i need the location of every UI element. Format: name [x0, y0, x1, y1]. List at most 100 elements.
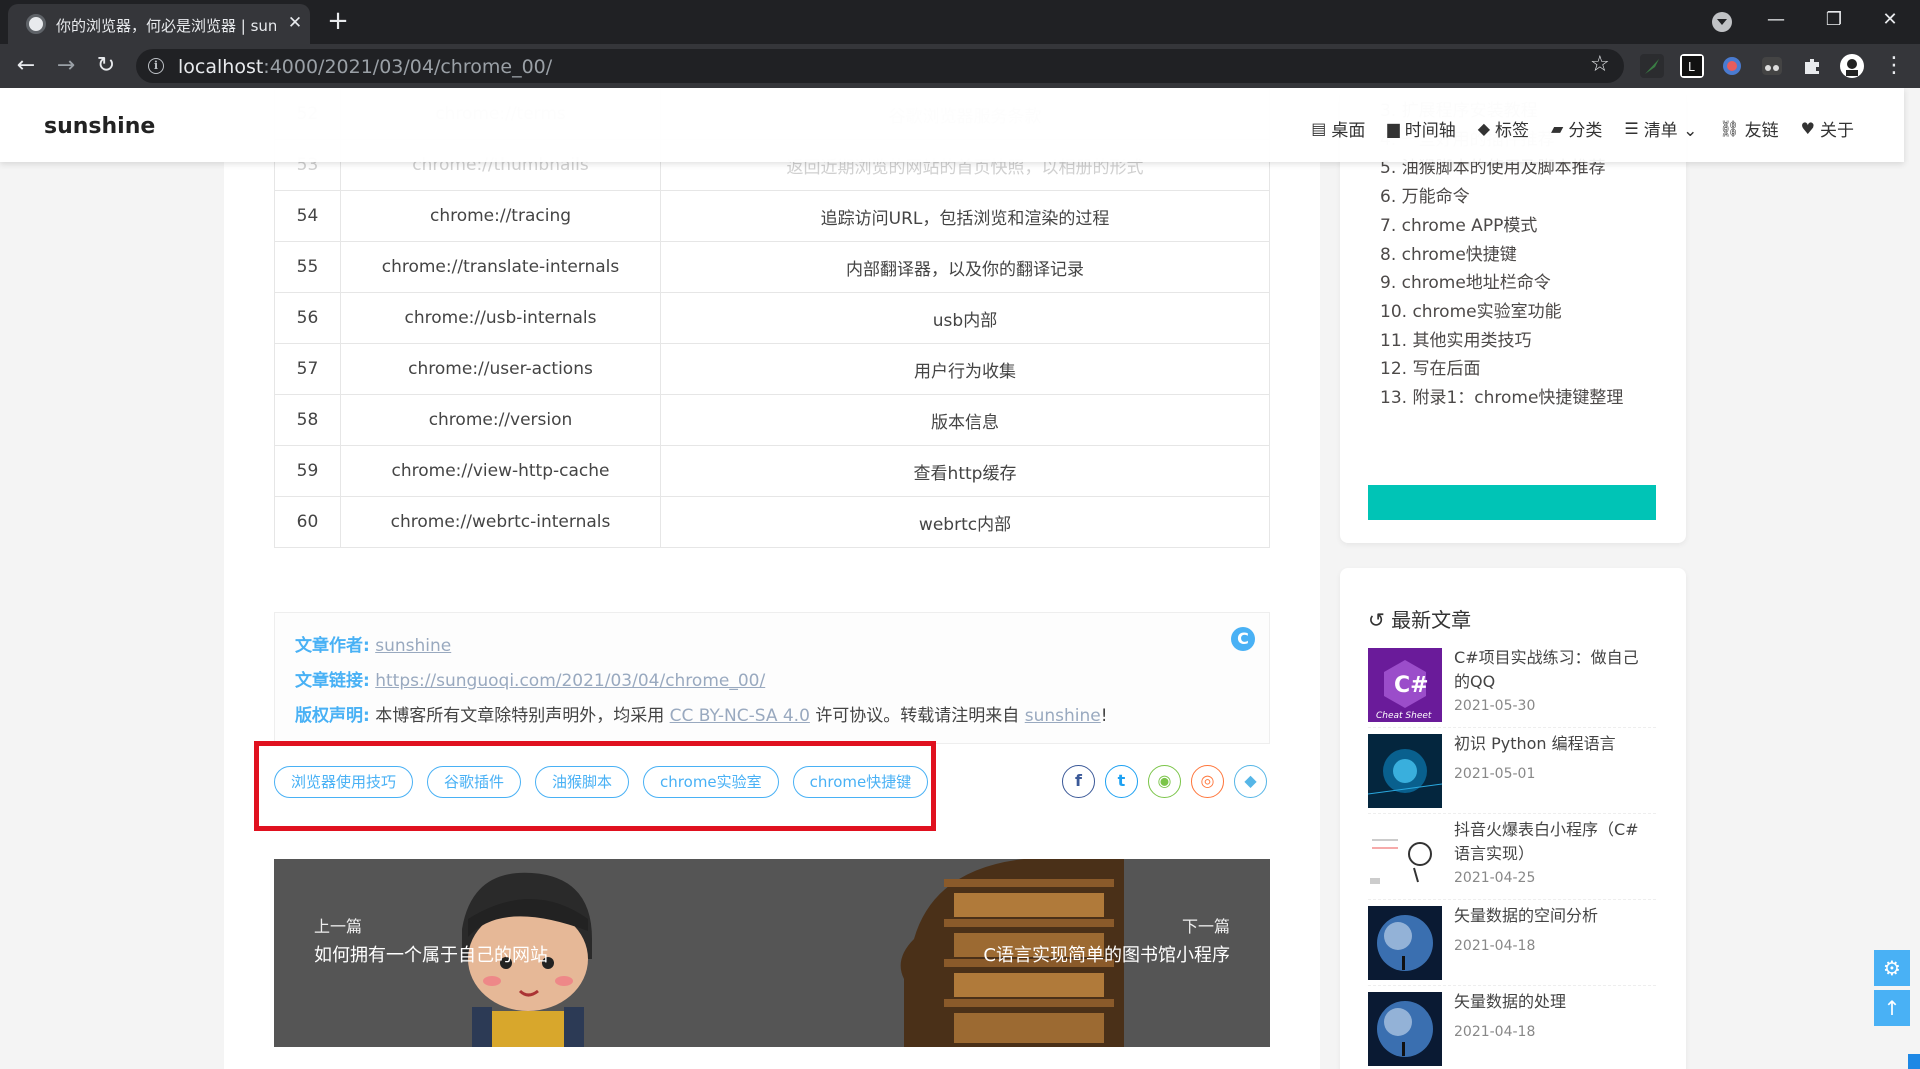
prev-post-link[interactable]: 如何拥有一个属于自己的网站: [314, 941, 548, 967]
license-link[interactable]: CC BY-NC-SA 4.0: [670, 706, 810, 726]
tag-link[interactable]: 谷歌插件: [427, 766, 522, 798]
browser-tab-strip: 你的浏览器，何必是浏览器 | sunshine ✕ + — ❐ ✕: [0, 0, 1920, 44]
table-row: 60 chrome://webrtc-internals webrtc内部: [274, 496, 1270, 548]
nav-icon: ▆: [1387, 119, 1400, 138]
nav-icon: ▰: [1551, 119, 1564, 138]
author-link[interactable]: sunshine: [375, 636, 451, 656]
nav-item-2[interactable]: ◆ 标签: [1478, 116, 1529, 141]
row-description: 版本信息: [660, 394, 1270, 446]
nav-label: 分类: [1568, 121, 1603, 141]
tag-link[interactable]: 浏览器使用技巧: [274, 766, 414, 798]
table-row: 56 chrome://usb-internals usb内部: [274, 292, 1270, 344]
nav-label: 桌面: [1331, 121, 1366, 141]
window-restore-button[interactable]: ❐: [1818, 6, 1850, 34]
extension-l-icon[interactable]: L: [1680, 54, 1704, 78]
url-text[interactable]: localhost:4000/2021/03/04/chrome_00/: [178, 56, 552, 78]
recent-post-title[interactable]: 矢量数据的空间分析: [1454, 904, 1654, 928]
extension-feather-icon[interactable]: [1640, 54, 1664, 78]
toc-item[interactable]: 14. 附录2：chrome地址栏命令: [1380, 412, 1623, 437]
reload-button[interactable]: ↻: [92, 52, 120, 80]
recent-post-item[interactable]: 初识 Python 编程语言 2021-05-01: [1368, 728, 1656, 814]
toc-item[interactable]: 6. 万能命令: [1380, 182, 1470, 207]
recent-post-item[interactable]: 抖音火爆表白小程序（C#语言实现） 2021-04-25: [1368, 814, 1656, 900]
toc-item[interactable]: 12. 写在后面: [1380, 354, 1480, 379]
nav-label: 清单 ⌄: [1643, 121, 1698, 141]
window-minimize-button[interactable]: —: [1760, 6, 1792, 34]
recent-post-date: 2021-05-01: [1454, 766, 1536, 782]
nav-item-3[interactable]: ▰ 分类: [1551, 116, 1602, 141]
address-bar[interactable]: i localhost:4000/2021/03/04/chrome_00/ ☆: [136, 49, 1624, 83]
bookmark-star-icon[interactable]: ☆: [1590, 52, 1610, 77]
window-close-button[interactable]: ✕: [1874, 6, 1906, 34]
browser-menu-icon[interactable]: ⋮: [1880, 52, 1908, 80]
row-command: chrome://user-actions: [340, 343, 661, 395]
profile-avatar[interactable]: [1840, 54, 1864, 78]
recent-post-title[interactable]: C#项目实战练习：做自己的QQ: [1454, 646, 1654, 694]
recent-post-item[interactable]: C# Cheat Sheet C#项目实战练习：做自己的QQ 2021-05-30: [1368, 642, 1656, 728]
post-url-link[interactable]: https://sunguoqi.com/2021/03/04/chrome_0…: [375, 671, 765, 691]
back-button[interactable]: ←: [12, 52, 40, 80]
share-weibo-icon[interactable]: ◎: [1191, 765, 1224, 798]
row-description: 内部翻译器，以及你的翻译记录: [660, 241, 1270, 293]
row-number: 54: [274, 190, 341, 242]
nav-item-0[interactable]: ▤ 桌面: [1311, 116, 1365, 141]
toc-item[interactable]: 9. chrome地址栏命令: [1380, 268, 1551, 293]
extension-tampermonkey-icon[interactable]: [1760, 54, 1784, 78]
extensions-puzzle-icon[interactable]: [1800, 54, 1824, 78]
tab-close-icon[interactable]: ✕: [284, 12, 306, 34]
copyright-author: 文章作者: sunshine: [295, 636, 452, 656]
row-command: chrome://usb-internals: [340, 292, 661, 344]
toc-item[interactable]: 10. chrome实验室功能: [1380, 297, 1562, 322]
recent-post-title[interactable]: 初识 Python 编程语言: [1454, 732, 1654, 756]
share-twitter-icon[interactable]: t: [1105, 765, 1138, 798]
recent-post-title[interactable]: 矢量数据的处理: [1454, 990, 1654, 1014]
post-thumbnail-douyin: [1368, 820, 1442, 894]
extension-avatar-icon[interactable]: [1720, 54, 1744, 78]
nav-item-6[interactable]: ♥ 关于: [1801, 116, 1854, 141]
post-pagination: 上一篇 如何拥有一个属于自己的网站 下一篇 C语言实现简单的图书馆小程序: [274, 859, 1270, 1047]
recent-post-item[interactable]: 矢量数据的空间分析 2021-04-18: [1368, 900, 1656, 986]
share-facebook-icon[interactable]: f: [1062, 765, 1095, 798]
row-description: 用户行为收集: [660, 343, 1270, 395]
row-description: 查看http缓存: [660, 445, 1270, 497]
recent-post-date: 2021-04-25: [1454, 870, 1536, 886]
row-command: chrome://view-http-cache: [340, 445, 661, 497]
nav-item-4[interactable]: ☰ 清单 ⌄: [1624, 116, 1697, 141]
table-row: 54 chrome://tracing 追踪访问URL，包括浏览和渲染的过程: [274, 190, 1270, 242]
svg-text:C#: C#: [1394, 673, 1429, 698]
corner-indicator: [1908, 1054, 1920, 1069]
recent-post-title[interactable]: 抖音火爆表白小程序（C#语言实现）: [1454, 818, 1654, 866]
site-nav: ▤ 桌面 ▆ 时间轴 ◆ 标签 ▰ 分类 ☰ 清单 ⌄ ⛓ 友链 ♥ 关于: [1311, 116, 1854, 141]
share-wechat-icon[interactable]: ◉: [1148, 765, 1181, 798]
tab-search-icon[interactable]: [1712, 12, 1732, 32]
toc-item[interactable]: 11. 其他实用类技巧: [1380, 326, 1531, 351]
new-tab-button[interactable]: +: [324, 8, 352, 36]
next-post-link[interactable]: C语言实现简单的图书馆小程序: [983, 941, 1230, 967]
site-link[interactable]: sunshine: [1025, 706, 1101, 726]
recent-post-date: 2021-04-18: [1454, 938, 1536, 954]
nav-item-5[interactable]: ⛓ 友链: [1719, 116, 1778, 141]
copyright-link: 文章链接: https://sunguoqi.com/2021/03/04/ch…: [295, 671, 766, 691]
tab-title: 你的浏览器，何必是浏览器 | sunshine: [56, 17, 276, 35]
recent-post-item[interactable]: 矢量数据的处理 2021-04-18: [1368, 986, 1656, 1069]
row-number: 58: [274, 394, 341, 446]
share-qq-icon[interactable]: ◆: [1234, 765, 1267, 798]
recent-posts-card: ↺ 最新文章 C# Cheat Sheet C#项目实战练习：做自己的QQ 202…: [1340, 568, 1686, 1069]
browser-tab[interactable]: 你的浏览器，何必是浏览器 | sunshine ✕: [8, 4, 310, 44]
toc-item[interactable]: 7. chrome APP模式: [1380, 211, 1537, 236]
tag-link[interactable]: 油猴脚本: [535, 766, 630, 798]
toc-item[interactable]: 8. chrome快捷键: [1380, 240, 1517, 265]
nav-label: 关于: [1820, 121, 1854, 141]
settings-gear-button[interactable]: ⚙: [1874, 950, 1910, 986]
tag-link[interactable]: chrome快捷键: [792, 766, 929, 798]
toc-item[interactable]: 13. 附录1：chrome快捷键整理: [1380, 383, 1623, 408]
tag-link[interactable]: chrome实验室: [643, 766, 779, 798]
post-thumbnail-earth-2: [1368, 992, 1442, 1066]
back-to-top-button[interactable]: ↑: [1874, 990, 1910, 1026]
post-tags: 浏览器使用技巧 谷歌插件 油猴脚本 chrome实验室 chrome快捷键: [274, 766, 929, 798]
toc-active-highlight: [1368, 485, 1656, 520]
nav-item-1[interactable]: ▆ 时间轴: [1387, 116, 1455, 141]
site-info-icon[interactable]: i: [148, 58, 164, 74]
forward-button[interactable]: →: [52, 52, 80, 80]
site-brand[interactable]: sunshine: [44, 114, 155, 139]
